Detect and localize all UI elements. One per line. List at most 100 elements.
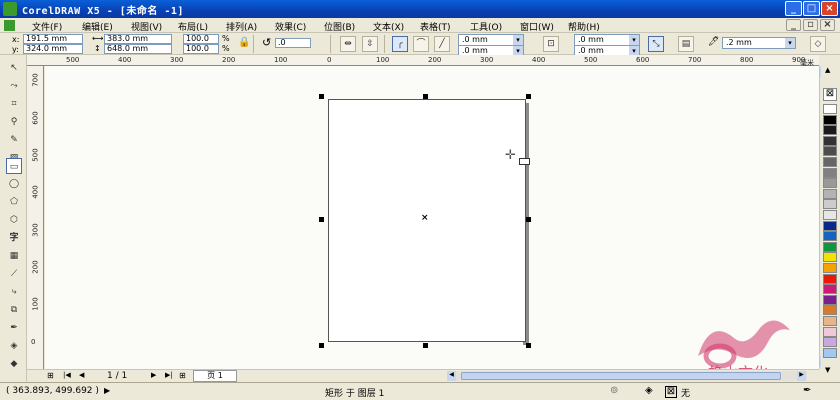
- rectangle-tool-icon[interactable]: ▭: [6, 158, 22, 174]
- menu-table[interactable]: 表格(T): [420, 20, 451, 33]
- menu-text[interactable]: 文本(X): [373, 20, 404, 33]
- lock-corners-icon[interactable]: ⊡: [543, 36, 559, 52]
- shape-tool-icon[interactable]: ⤳: [6, 78, 22, 94]
- ellipse-tool-icon[interactable]: ◯: [6, 176, 22, 192]
- outline-width-select[interactable]: .2 mm ▾: [722, 37, 796, 49]
- menu-layout[interactable]: 布局(L): [178, 20, 208, 33]
- prev-page-icon[interactable]: ◀: [79, 371, 84, 379]
- round-corner-icon[interactable]: ╭: [392, 36, 408, 52]
- color-swatch[interactable]: [823, 157, 837, 167]
- color-swatch[interactable]: [823, 135, 837, 146]
- eyedropper-tool-icon[interactable]: ✒: [6, 320, 22, 336]
- color-swatch[interactable]: [823, 210, 837, 220]
- center-marker-icon[interactable]: ×: [421, 213, 429, 223]
- pick-tool-icon[interactable]: ↖: [6, 60, 22, 76]
- add-page-after-icon[interactable]: ⊞: [179, 371, 186, 380]
- horizontal-scrollbar[interactable]: ◀ ▶: [447, 371, 807, 381]
- color-swatch[interactable]: [823, 326, 837, 337]
- scroll-right-icon[interactable]: ▶: [797, 371, 806, 381]
- minimize-button[interactable]: _: [785, 1, 802, 16]
- color-swatch[interactable]: [823, 241, 837, 252]
- polygon-tool-icon[interactable]: ⬠: [6, 194, 22, 210]
- doc-close-button[interactable]: ×: [820, 19, 835, 31]
- lock-ratio-icon[interactable]: 🔒: [238, 37, 250, 48]
- basic-shapes-tool-icon[interactable]: ⬡: [6, 212, 22, 228]
- blend-tool-icon[interactable]: ⧉: [6, 302, 22, 318]
- selection-handle[interactable]: [319, 94, 324, 99]
- dimension-tool-icon[interactable]: ⟋: [6, 266, 22, 282]
- color-swatch[interactable]: [823, 305, 837, 316]
- menu-arrange[interactable]: 排列(A): [226, 20, 257, 33]
- snap-icon[interactable]: ⊚: [610, 385, 618, 396]
- text-tool-icon[interactable]: 字: [6, 230, 22, 246]
- maximize-button[interactable]: □: [803, 1, 820, 16]
- x-position-field[interactable]: 191.5 mm: [23, 34, 83, 44]
- close-button[interactable]: ×: [821, 1, 838, 16]
- color-swatch[interactable]: [823, 104, 837, 114]
- relative-corner-scaling-icon[interactable]: ⤡: [648, 36, 664, 52]
- mirror-horizontal-icon[interactable]: ⇹: [340, 36, 356, 52]
- selection-handle[interactable]: [423, 343, 428, 348]
- selection-handle[interactable]: [526, 94, 531, 99]
- zoom-tool-icon[interactable]: ⚲: [6, 114, 22, 130]
- menu-bitmaps[interactable]: 位图(B): [324, 20, 355, 33]
- menu-effects[interactable]: 效果(C): [275, 20, 306, 33]
- outline-pen-status-icon[interactable]: ✒: [803, 385, 811, 396]
- scallop-corner-icon[interactable]: ⌒: [413, 36, 429, 52]
- selection-handle[interactable]: [423, 94, 428, 99]
- convert-to-curves-icon[interactable]: ◇: [810, 36, 826, 52]
- first-page-icon[interactable]: |◀: [63, 371, 71, 379]
- menu-edit[interactable]: 编辑(E): [82, 20, 113, 33]
- color-swatch[interactable]: [823, 337, 837, 348]
- color-swatch[interactable]: [823, 167, 837, 178]
- palette-down-icon[interactable]: ▼: [825, 366, 830, 374]
- y-position-field[interactable]: 324.0 mm: [23, 44, 83, 54]
- color-swatch[interactable]: [823, 316, 837, 326]
- selection-handle[interactable]: [319, 217, 324, 222]
- color-swatch[interactable]: [823, 125, 837, 136]
- menu-window[interactable]: 窗口(W): [520, 20, 554, 33]
- scale-y-field[interactable]: 100.0: [183, 44, 219, 54]
- color-swatch[interactable]: [823, 188, 837, 199]
- color-swatch[interactable]: [823, 294, 837, 305]
- color-swatch[interactable]: [823, 114, 837, 125]
- fill-tool-icon[interactable]: ◆: [6, 356, 22, 372]
- height-field[interactable]: 648.0 mm: [104, 44, 172, 54]
- chamfer-corner-icon[interactable]: ╱: [434, 36, 450, 52]
- color-swatch[interactable]: [823, 178, 837, 189]
- selection-handle[interactable]: [526, 217, 531, 222]
- coreldraw-app-icon[interactable]: [3, 2, 17, 16]
- vertical-ruler[interactable]: 700 600 500 400 300 200 100 0: [27, 66, 44, 369]
- color-swatch[interactable]: [823, 284, 837, 295]
- table-tool-icon[interactable]: ▦: [6, 248, 22, 264]
- selection-handle[interactable]: [526, 343, 531, 348]
- rotation-field[interactable]: .0: [275, 38, 311, 48]
- scale-x-field[interactable]: 100.0: [183, 34, 219, 44]
- menu-view[interactable]: 视图(V): [131, 20, 162, 33]
- add-page-icon[interactable]: ⊞: [47, 371, 54, 380]
- color-swatch[interactable]: [823, 347, 837, 358]
- horizontal-ruler[interactable]: 500 400 300 200 100 0 100 200 300 400 50…: [27, 55, 819, 66]
- selection-handle[interactable]: [319, 343, 324, 348]
- width-field[interactable]: 383.0 mm: [104, 34, 172, 44]
- doc-restore-button[interactable]: ▫: [803, 19, 818, 31]
- next-page-icon[interactable]: ▶: [151, 371, 156, 379]
- wrap-text-icon[interactable]: ▤: [678, 36, 694, 52]
- page-tab[interactable]: 页 1: [193, 370, 237, 382]
- mirror-vertical-icon[interactable]: ⇳: [362, 36, 378, 52]
- no-fill-swatch-icon[interactable]: ⊠: [823, 88, 837, 101]
- color-swatch[interactable]: [823, 263, 837, 273]
- fill-bucket-icon[interactable]: ◈: [645, 385, 653, 396]
- crop-tool-icon[interactable]: ⌗: [6, 96, 22, 112]
- hscroll-thumb[interactable]: [461, 372, 781, 380]
- menu-tools[interactable]: 工具(O): [470, 20, 502, 33]
- status-arrow-icon[interactable]: ▶: [104, 386, 110, 395]
- menu-file[interactable]: 文件(F): [32, 20, 62, 33]
- outline-tool-icon[interactable]: ◈: [6, 338, 22, 354]
- doc-minimize-button[interactable]: _: [786, 19, 801, 31]
- color-swatch[interactable]: [823, 273, 837, 284]
- color-swatch[interactable]: [823, 146, 837, 157]
- freehand-tool-icon[interactable]: ✎: [6, 132, 22, 148]
- palette-up-icon[interactable]: ▲: [825, 66, 830, 74]
- color-swatch[interactable]: [823, 252, 837, 263]
